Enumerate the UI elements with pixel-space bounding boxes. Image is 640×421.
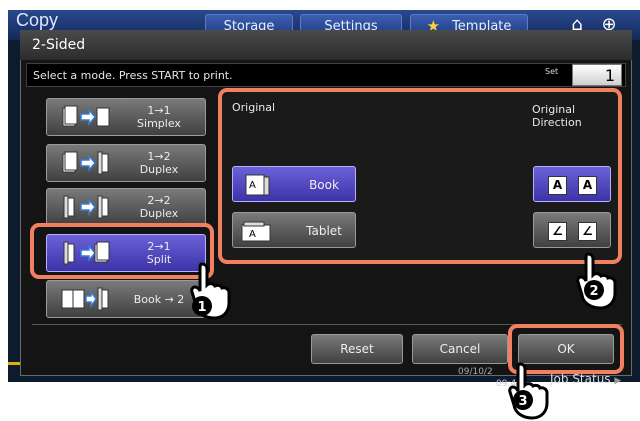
pointing-hand-icon-2: 2 [576, 252, 617, 310]
direction-label-2: Direction [532, 116, 582, 129]
cancel-label: Cancel [439, 342, 481, 356]
original-label: Original [232, 101, 276, 114]
mode-book-to-2-button[interactable]: Book → 2 [46, 280, 206, 318]
direction-sideways-button[interactable]: ∠ ∠ [533, 212, 611, 248]
direction-sideways-glyph-1: ∠ [548, 222, 567, 241]
duplex-1-2-icon [62, 151, 109, 175]
book-icon [61, 287, 109, 311]
mode-1-line1: 1→1 [147, 104, 171, 117]
chevron-right-icon: ▶ [614, 376, 622, 386]
tablet-original-button[interactable]: A Tablet [232, 212, 356, 248]
dialog-title: 2-Sided [20, 30, 632, 60]
mode-2-line2: Duplex [139, 163, 179, 176]
job-status-label: Job Status [550, 372, 611, 386]
pointing-hand-icon-3: 3 [508, 362, 549, 420]
callout-1-number: 1 [197, 300, 206, 315]
pointing-hand-icon-1: 1 [190, 262, 231, 320]
mode-1-to-1-simplex-button[interactable]: 1→1 Simplex [46, 98, 206, 136]
direction-upright-glyph-2: A [578, 176, 597, 195]
callout-3-number: 3 [518, 394, 527, 409]
callout-2-number: 2 [589, 284, 598, 299]
mode-1-to-2-duplex-button[interactable]: 1→2 Duplex [46, 144, 206, 182]
cancel-button[interactable]: Cancel [412, 334, 508, 364]
dialog-title-text: 2-Sided [32, 37, 86, 53]
mode-3-line2: Duplex [139, 207, 179, 220]
status-indicator [8, 362, 20, 365]
tablet-label: Tablet [306, 224, 342, 238]
direction-label-1: Original [532, 103, 576, 116]
set-count[interactable]: 1 [572, 64, 622, 86]
mode-2-line1: 1→2 [147, 150, 171, 163]
callout-1-highlight [30, 223, 214, 279]
book-original-button[interactable]: A Book [232, 166, 356, 202]
direction-sideways-glyph-2: ∠ [578, 222, 597, 241]
mode-1-line2: Simplex [137, 117, 181, 130]
tablet-page-icon: A [241, 221, 271, 242]
job-status-button[interactable]: Job Status ▶ [550, 372, 621, 386]
simplex-icon [62, 105, 110, 127]
mode-2-to-2-duplex-button[interactable]: 2→2 Duplex [46, 188, 206, 226]
direction-upright-glyph-1: A [548, 176, 567, 195]
message-bar: Select a mode. Press START to print. [26, 63, 626, 87]
svg-text:A: A [249, 229, 256, 240]
set-label: Set [545, 67, 559, 76]
book-label: Book [309, 178, 339, 192]
svg-text:A: A [249, 180, 256, 191]
book-page-icon: A [245, 174, 270, 196]
reset-label: Reset [340, 342, 374, 356]
date-fragment: 09/10/2 [458, 367, 493, 377]
direction-upright-button[interactable]: A A [533, 166, 611, 202]
app-title: Copy [16, 10, 59, 30]
reset-button[interactable]: Reset [311, 334, 403, 364]
message-text: Select a mode. Press START to print. [33, 68, 233, 82]
duplex-2-2-icon [63, 195, 109, 219]
mode-3-line1: 2→2 [147, 194, 171, 207]
